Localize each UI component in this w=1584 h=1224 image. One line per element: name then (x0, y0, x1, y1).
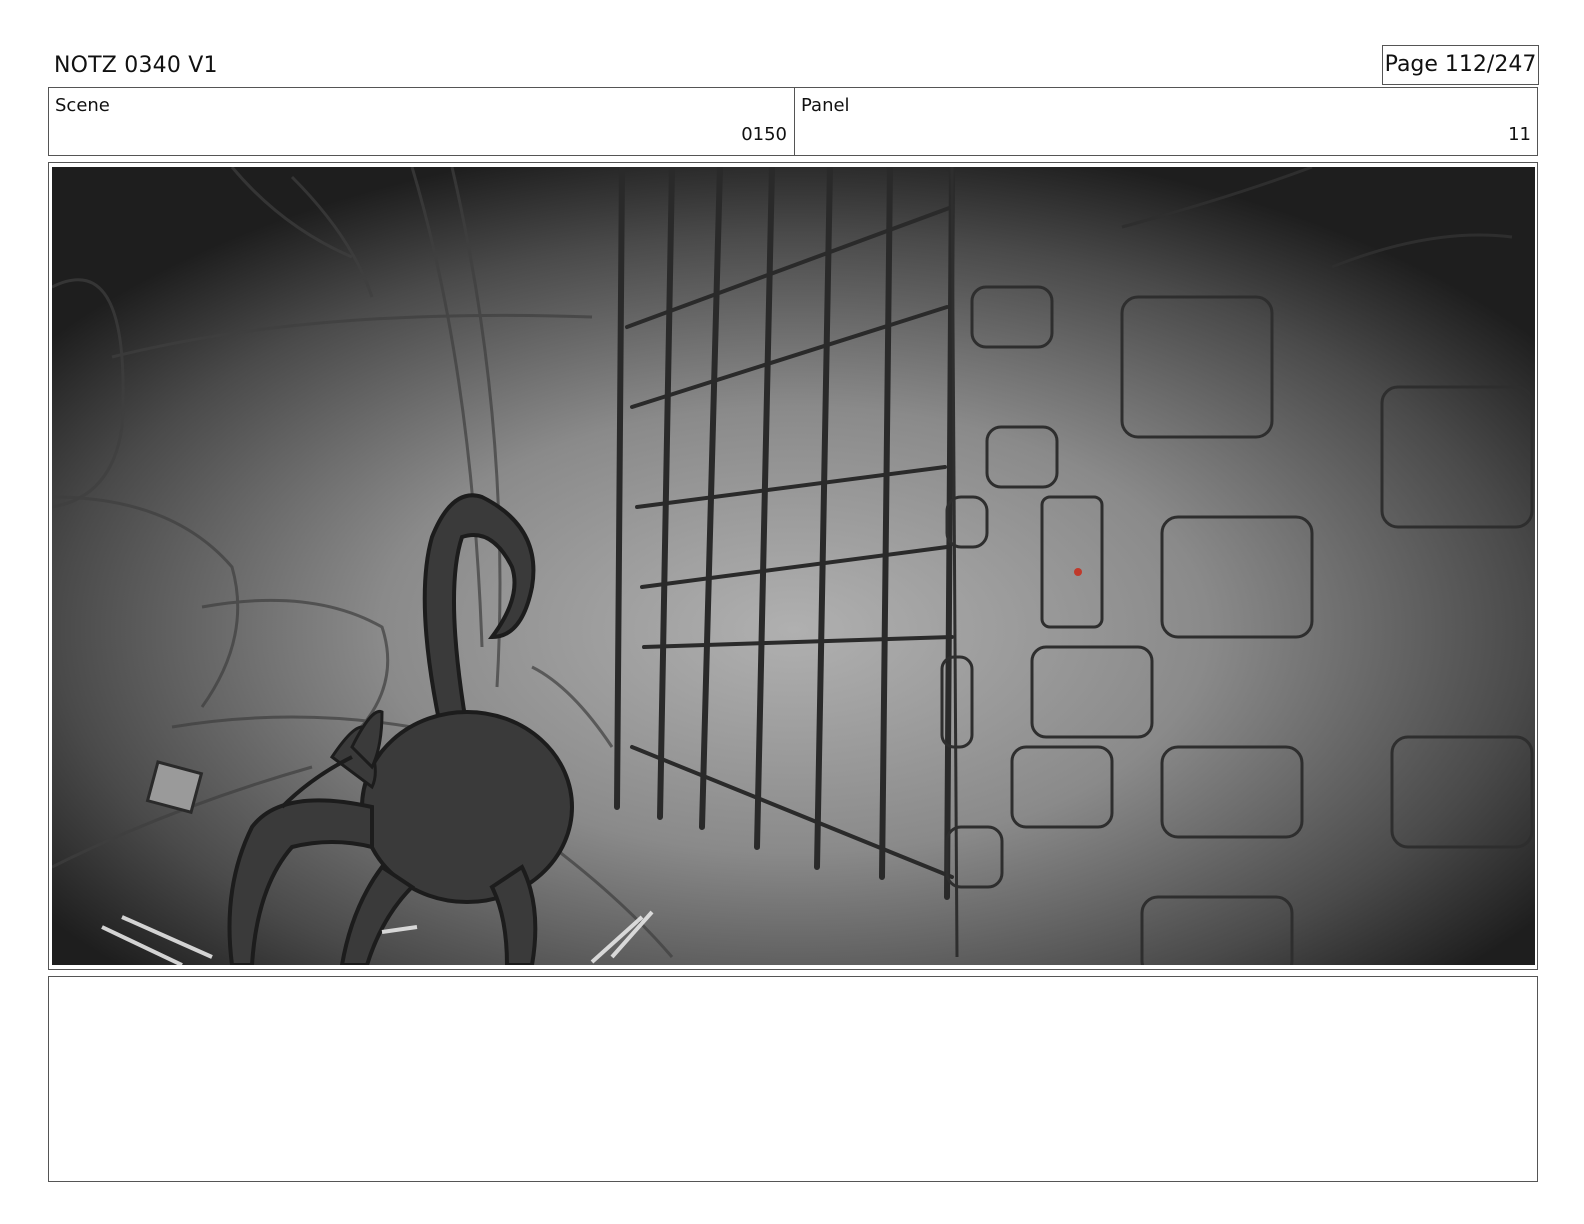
storyboard-image (52, 167, 1535, 965)
info-divider (794, 88, 795, 155)
panel-label: Panel (801, 95, 850, 116)
page-number: Page 112/247 (1382, 45, 1539, 85)
scene-label: Scene (55, 95, 110, 116)
scene-panel-info: Scene 0150 Panel 11 (48, 87, 1538, 156)
keypad-light (1074, 568, 1082, 576)
panel-value: 11 (1508, 124, 1531, 145)
document-title: NOTZ 0340 V1 (54, 53, 218, 78)
scene-value: 0150 (741, 124, 787, 145)
notes-box (48, 976, 1538, 1182)
